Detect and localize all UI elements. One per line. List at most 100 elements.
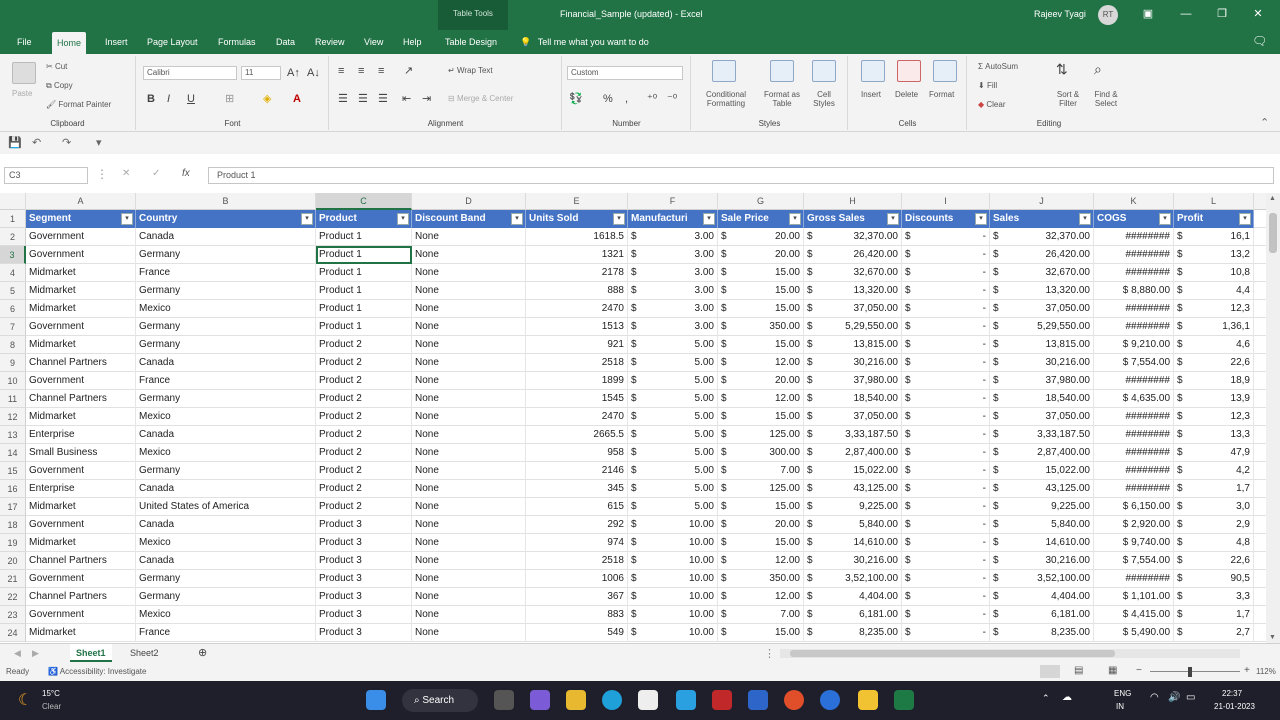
table-cell[interactable]: $3.00 [628, 264, 718, 282]
table-cell[interactable]: 888 [526, 282, 628, 300]
fill-button[interactable]: ⬇ Fill [978, 81, 997, 90]
weather-desc[interactable]: Clear [42, 702, 61, 711]
table-cell[interactable]: None [412, 480, 526, 498]
row-header[interactable]: 5 [0, 282, 26, 300]
mcafee-icon[interactable] [712, 690, 732, 710]
row-header[interactable]: 14 [0, 444, 26, 462]
column-header-l[interactable]: L [1174, 193, 1254, 210]
table-cell[interactable]: $10.00 [628, 606, 718, 624]
table-cell[interactable]: ######## [1094, 372, 1174, 390]
table-cell[interactable]: Product 3 [316, 606, 412, 624]
row-header[interactable]: 21 [0, 570, 26, 588]
table-cell[interactable]: $15.00 [718, 336, 804, 354]
table-cell[interactable]: $32,670.00 [804, 264, 902, 282]
row-header[interactable]: 16 [0, 480, 26, 498]
table-cell[interactable]: $30,216.00 [990, 354, 1094, 372]
table-cell[interactable]: $12,3 [1174, 408, 1254, 426]
table-cell[interactable]: $13,815.00 [804, 336, 902, 354]
excel-taskbar-icon[interactable] [894, 690, 914, 710]
table-cell[interactable]: $13,320.00 [804, 282, 902, 300]
undo-icon[interactable]: ↶ [32, 136, 41, 149]
row-header[interactable]: 9 [0, 354, 26, 372]
table-cell[interactable]: None [412, 498, 526, 516]
table-cell[interactable]: Canada [136, 552, 316, 570]
table-cell[interactable]: Mexico [136, 606, 316, 624]
table-cell[interactable]: 2146 [526, 462, 628, 480]
horizontal-scrollbar[interactable] [780, 649, 1240, 658]
table-cell[interactable]: Midmarket [26, 408, 136, 426]
row-header[interactable]: 18 [0, 516, 26, 534]
table-cell[interactable]: $20.00 [718, 372, 804, 390]
table-cell[interactable]: $15,022.00 [804, 462, 902, 480]
sort-filter-icon[interactable]: ⇅ [1056, 62, 1068, 76]
table-cell[interactable]: Mexico [136, 300, 316, 318]
formula-bar-grip-icon[interactable]: ⋮ [96, 167, 108, 181]
normal-view-icon[interactable] [1040, 665, 1060, 678]
table-cell[interactable]: $2,9 [1174, 516, 1254, 534]
table-cell[interactable]: $32,670.00 [990, 264, 1094, 282]
insert-cells-icon[interactable] [861, 60, 885, 82]
table-cell[interactable]: Product 1 [316, 318, 412, 336]
table-cell[interactable]: $5,840.00 [804, 516, 902, 534]
table-cell[interactable]: $30,216.00 [804, 552, 902, 570]
table-cell[interactable]: Product 2 [316, 480, 412, 498]
app-icon-3[interactable] [784, 690, 804, 710]
table-cell[interactable]: $15.00 [718, 534, 804, 552]
table-cell[interactable]: Enterprise [26, 480, 136, 498]
table-cell[interactable]: Germany [136, 246, 316, 264]
clear-button[interactable]: ◆ Clear [978, 100, 1006, 109]
table-cell[interactable]: None [412, 516, 526, 534]
row-header[interactable]: 1 [0, 210, 26, 228]
table-cell[interactable]: Product 2 [316, 408, 412, 426]
row-header[interactable]: 23 [0, 606, 26, 624]
table-cell[interactable]: None [412, 426, 526, 444]
table-header-cell[interactable]: COGS ▾ [1094, 210, 1174, 228]
table-cell[interactable]: $ - [902, 408, 990, 426]
table-cell[interactable]: Mexico [136, 534, 316, 552]
table-cell[interactable]: Government [26, 318, 136, 336]
filter-dropdown-icon[interactable]: ▾ [975, 213, 987, 225]
battery-icon[interactable]: ▭ [1186, 692, 1195, 703]
table-cell[interactable]: $125.00 [718, 426, 804, 444]
insert-cells-button[interactable]: Insert [861, 90, 881, 99]
row-header[interactable]: 12 [0, 408, 26, 426]
table-cell[interactable]: $350.00 [718, 570, 804, 588]
row-header[interactable]: 20 [0, 552, 26, 570]
table-cell[interactable]: $ - [902, 588, 990, 606]
table-cell[interactable]: 974 [526, 534, 628, 552]
table-cell[interactable]: Government [26, 462, 136, 480]
table-cell[interactable]: 2470 [526, 408, 628, 426]
table-cell[interactable]: $9,225.00 [990, 498, 1094, 516]
tab-insert[interactable]: Insert [100, 30, 133, 54]
worksheet-grid[interactable]: ABCDEFGHIJKL 1 2 3 4 5 6 7 8 9 10 11 12 13 14 15 16 17 18… [0, 193, 1266, 643]
accounting-format-icon[interactable]: 💱 [569, 92, 583, 106]
table-cell[interactable]: $ 4,415.00 [1094, 606, 1174, 624]
column-header-e[interactable]: E [526, 193, 628, 210]
horizontal-scroll-thumb[interactable] [790, 650, 1115, 657]
table-cell[interactable]: None [412, 336, 526, 354]
page-break-view-icon[interactable]: ▦ [1108, 665, 1117, 676]
table-cell[interactable]: Canada [136, 426, 316, 444]
table-cell[interactable]: Product 2 [316, 426, 412, 444]
row-header[interactable]: 17 [0, 498, 26, 516]
table-header-cell[interactable]: Product ▾ [316, 210, 412, 228]
merge-center-button[interactable]: ⊟ Merge & Center [448, 94, 513, 103]
table-cell[interactable]: $15.00 [718, 300, 804, 318]
table-cell[interactable]: ######## [1094, 462, 1174, 480]
row-header[interactable]: 22 [0, 588, 26, 606]
paste-icon[interactable] [12, 62, 36, 84]
table-cell[interactable]: Product 2 [316, 462, 412, 480]
table-cell[interactable]: Germany [136, 570, 316, 588]
table-cell[interactable]: Product 3 [316, 570, 412, 588]
select-all-corner[interactable] [0, 193, 26, 210]
conditional-formatting-button[interactable]: Conditional Formatting [698, 90, 754, 108]
table-cell[interactable]: Government [26, 372, 136, 390]
table-cell[interactable]: $3,52,100.00 [804, 570, 902, 588]
table-cell[interactable]: $5.00 [628, 372, 718, 390]
table-cell[interactable]: $ - [902, 606, 990, 624]
table-cell[interactable]: $18,540.00 [804, 390, 902, 408]
font-color-icon[interactable]: A [293, 92, 301, 106]
store-icon[interactable] [638, 690, 658, 710]
filter-dropdown-icon[interactable]: ▾ [703, 213, 715, 225]
table-cell[interactable]: $3.00 [628, 300, 718, 318]
